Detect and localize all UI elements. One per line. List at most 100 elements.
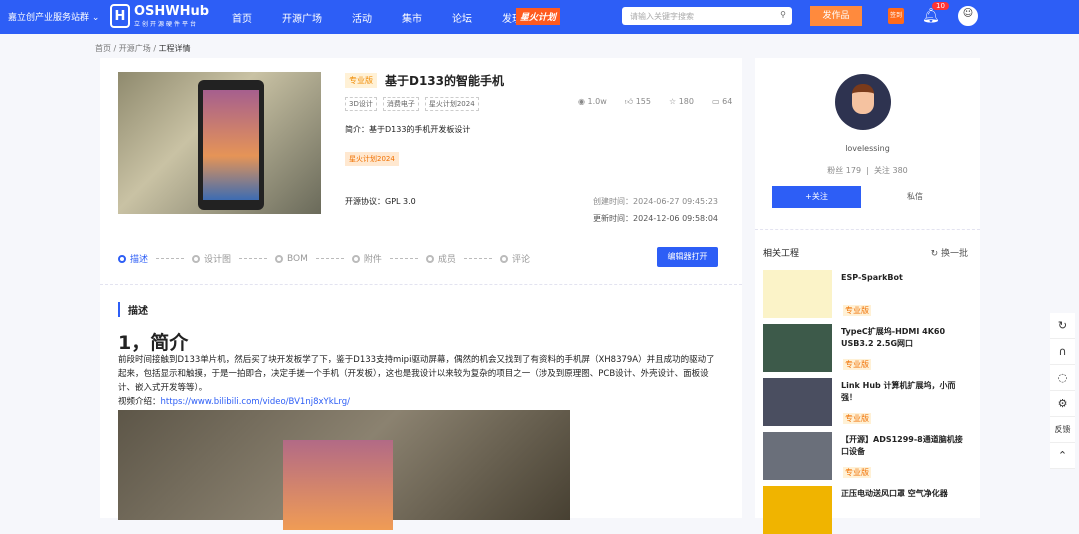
top-header: 嘉立创产业服务站群 ⌄ H OSHWHub 立创开源硬件平台 首页 开源广场 活动 … <box>0 0 1079 34</box>
nav-home[interactable]: 首页 <box>232 10 252 25</box>
project-cover-image[interactable] <box>118 72 321 214</box>
likes-count: 155 <box>635 97 651 106</box>
author-stats: 粉丝 179 | 关注 380 <box>827 166 908 175</box>
spark-plan-link[interactable]: 星火计划 <box>516 8 561 25</box>
views-count: 1.0w <box>587 97 607 106</box>
related-level: 专业版 <box>843 467 871 478</box>
thumb-up-icon: 👍︎ <box>624 97 634 106</box>
site-group-menu[interactable]: 嘉立创产业服务站群 ⌄ <box>8 10 99 23</box>
author-name[interactable]: lovelessing <box>755 144 980 153</box>
feedback-button[interactable]: 反馈 <box>1050 417 1075 443</box>
open-in-editor-button[interactable]: 编辑器打开 <box>657 247 718 267</box>
tab-bom[interactable]: BOM <box>275 254 308 264</box>
related-thumbnail <box>763 486 832 534</box>
activity-tag[interactable]: 星火计划2024 <box>345 152 399 166</box>
author-avatar[interactable] <box>835 74 891 130</box>
refresh-button[interactable]: ↻ 换一批 <box>931 246 968 259</box>
created-time: 创建时间：2024-06-27 09:45:23 <box>593 197 718 206</box>
tab-comments[interactable]: 评论 <box>499 252 530 265</box>
tab-attachments[interactable]: 附件 <box>351 252 382 265</box>
nav-activity[interactable]: 活动 <box>352 10 372 25</box>
back-to-top-icon[interactable]: ⌃ <box>1050 443 1075 469</box>
tab-design[interactable]: 设计图 <box>192 252 231 265</box>
related-item[interactable]: TypeC扩展坞-HDMI 4K60 USB3.2 2.5G网口 专业版 <box>763 324 973 372</box>
content-image <box>118 410 570 530</box>
related-item[interactable]: Link Hub 计算机扩展坞，小而强！ 专业版 <box>763 378 973 426</box>
related-name: ESP-SparkBot <box>841 273 903 282</box>
comments-count: 64 <box>722 97 733 106</box>
related-item[interactable]: 正压电动送风口罩 空气净化器 <box>763 486 973 534</box>
related-name: 【开源】ADS1299-8通道脑机接口设备 <box>841 435 963 456</box>
tab-label: 成员 <box>437 255 456 265</box>
nav-market[interactable]: 集市 <box>402 10 422 25</box>
sidebar: lovelessing 粉丝 179 | 关注 380 +关注 私信 相关工程 … <box>755 58 980 534</box>
level-badge: 专业版 <box>345 73 377 88</box>
comments-stat[interactable]: ▭ 64 <box>712 97 732 107</box>
license: 开源协议：GPL 3.0 <box>345 197 416 206</box>
logo[interactable]: H OSHWHub 立创开源硬件平台 <box>110 4 209 28</box>
tag[interactable]: 3D设计 <box>345 97 377 111</box>
project-tabs: 描述 设计图 BOM 附件 成员 评论 <box>118 252 530 265</box>
tab-members[interactable]: 成员 <box>425 252 456 265</box>
tag[interactable]: 星火计划2024 <box>424 97 479 111</box>
eye-icon: ◉ <box>578 97 585 106</box>
refresh-icon: ↻ <box>930 249 939 259</box>
logo-icon: H <box>110 4 130 28</box>
related-thumbnail <box>763 324 832 372</box>
related-level: 专业版 <box>843 359 871 370</box>
project-main: 专业版 基于D133的智能手机 3D设计 消费电子 星火计划2024 ◉ 1.0w 👍… <box>100 58 742 530</box>
related-item[interactable]: ESP-SparkBot 专业版 <box>763 270 973 318</box>
breadcrumb-current: 工程详情 <box>158 44 191 53</box>
breadcrumb-home[interactable]: 首页 <box>95 44 111 53</box>
floating-toolbar: ↻ ∩ ◌ ⚙ 反馈 ⌃ <box>1050 313 1075 469</box>
tab-label: 附件 <box>363 255 382 265</box>
like-button[interactable]: 👍︎ 155 <box>625 97 651 107</box>
section-title: 描述 <box>118 302 148 317</box>
checkin-calendar-icon[interactable]: 签到 <box>888 8 904 24</box>
divider <box>755 229 980 230</box>
tab-description[interactable]: 描述 <box>118 252 148 265</box>
views-stat: ◉ 1.0w <box>578 97 607 107</box>
related-level: 专业版 <box>843 413 871 424</box>
related-thumbnail <box>763 432 832 480</box>
headset-icon[interactable]: ∩ <box>1050 339 1075 365</box>
content-heading: 1，简介 <box>118 332 189 354</box>
related-thumbnail <box>763 270 832 318</box>
search-icon[interactable]: ⚲ <box>780 10 786 19</box>
user-avatar[interactable]: ☺ <box>958 6 978 26</box>
following-label: 关注 <box>873 166 890 175</box>
chat-icon[interactable]: ◌ <box>1050 365 1075 391</box>
settings-icon[interactable]: ⚙ <box>1050 391 1075 417</box>
related-name: Link Hub 计算机扩展坞，小而强！ <box>841 381 956 402</box>
site-label: 嘉立创产业服务站群 <box>8 13 90 23</box>
video-label: 视频介绍： <box>118 397 161 407</box>
main-nav: 首页 开源广场 活动 集市 论坛 发现 <box>232 10 552 25</box>
breadcrumb-square[interactable]: 开源广场 <box>119 44 151 53</box>
follow-button[interactable]: +关注 <box>772 186 861 208</box>
fans-label: 粉丝 <box>827 166 844 175</box>
related-thumbnail <box>763 378 832 426</box>
message-button[interactable]: 私信 <box>867 186 963 208</box>
comment-icon: ▭ <box>712 97 720 106</box>
star-button[interactable]: ☆ 180 <box>669 97 694 107</box>
search-input[interactable]: 请输入关键字搜索 ⚲ <box>622 7 792 25</box>
updated-time: 更新时间：2024-12-06 09:58:04 <box>593 214 718 223</box>
nav-forum[interactable]: 论坛 <box>452 10 472 25</box>
following-count: 380 <box>892 166 908 175</box>
logo-sub: 立创开源硬件平台 <box>134 20 199 28</box>
tab-label: BOM <box>287 253 308 264</box>
refresh-icon[interactable]: ↻ <box>1050 313 1075 339</box>
related-title: 相关工程 <box>763 249 800 259</box>
nav-square[interactable]: 开源广场 <box>282 10 322 25</box>
related-item[interactable]: 【开源】ADS1299-8通道脑机接口设备专业版 <box>763 432 973 480</box>
publish-button[interactable]: 发作品 <box>810 6 862 26</box>
tag[interactable]: 消费电子 <box>382 97 419 111</box>
related-name: 正压电动送风口罩 空气净化器 <box>841 489 948 498</box>
notification-badge: 10 <box>932 2 949 10</box>
star-icon: ☆ <box>669 97 677 106</box>
bell-icon[interactable]: 🔔︎ <box>922 8 940 24</box>
divider <box>100 284 742 285</box>
video-link[interactable]: https://www.bilibili.com/video/BV1nj8xYk… <box>161 397 350 407</box>
tab-label: 描述 <box>130 255 149 265</box>
breadcrumb: 首页 / 开源广场 / 工程详情 <box>95 44 191 53</box>
